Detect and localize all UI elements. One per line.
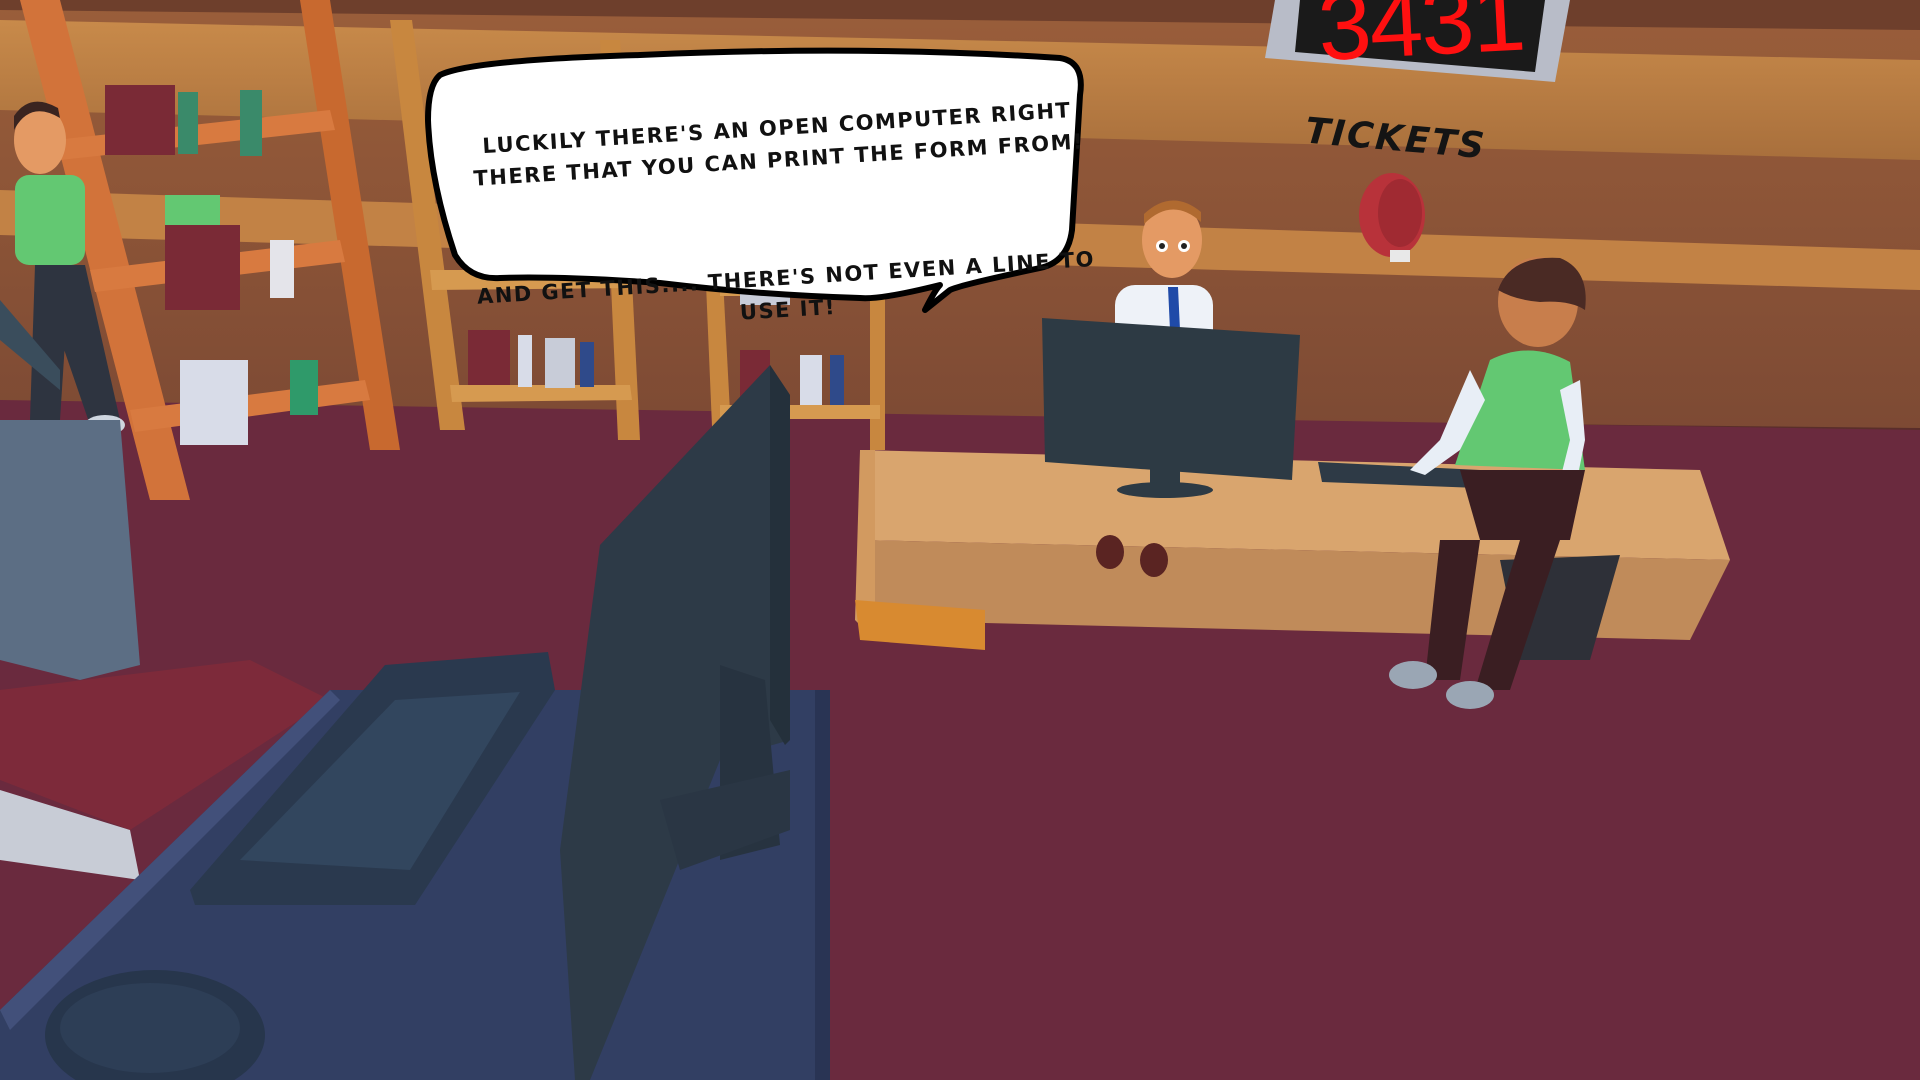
dialogue-line-1: Luckily there's an open computer right t… bbox=[472, 98, 1085, 191]
ticket-counter-number: 3431 bbox=[1315, 0, 1527, 82]
dialogue-text: Luckily there's an open computer right t… bbox=[464, 61, 1096, 325]
dialogue-line-2: And get this.... there's not even a line… bbox=[476, 246, 1096, 325]
